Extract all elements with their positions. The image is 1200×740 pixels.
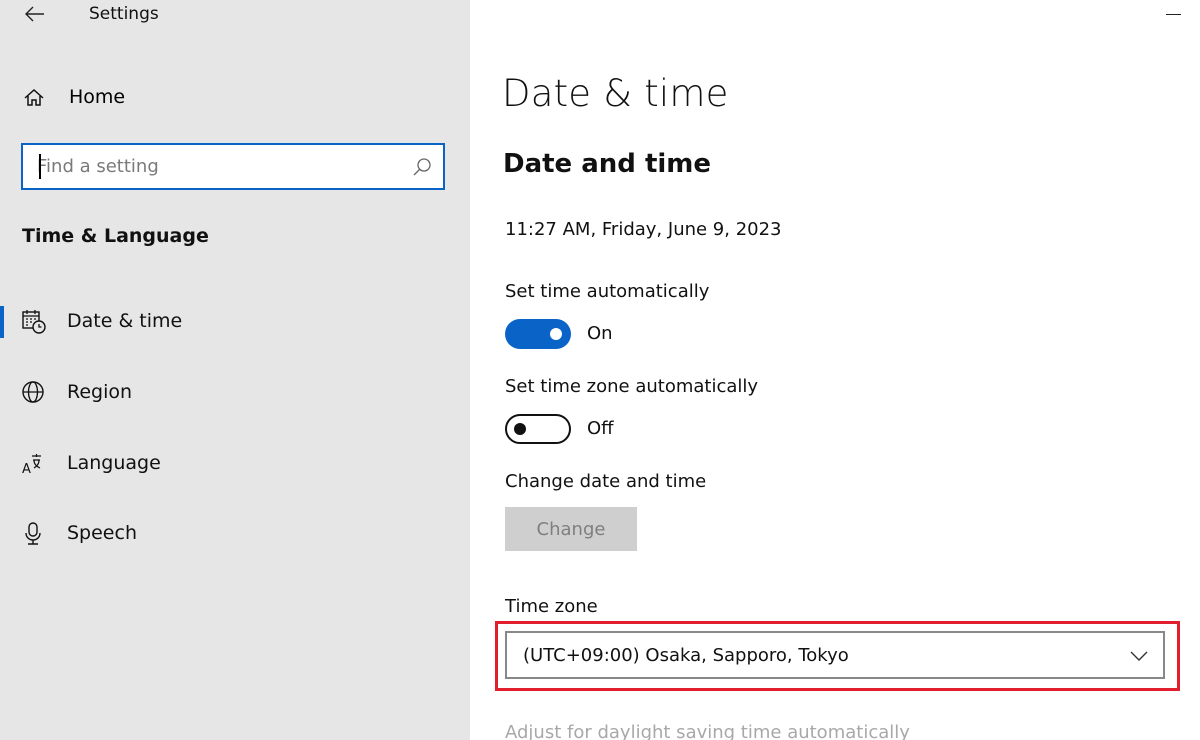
sidebar-item-label: Language: [67, 452, 161, 474]
globe-icon: [22, 381, 44, 403]
sidebar-item-label: Region: [67, 381, 133, 403]
microphone-icon: [25, 522, 41, 545]
section-label: Time & Language: [22, 225, 209, 247]
time-zone-value: (UTC+09:00) Osaka, Sapporo, Tokyo: [523, 645, 849, 666]
page-title: Date & time: [502, 72, 729, 115]
set-time-auto-label: Set time automatically: [505, 281, 710, 302]
chevron-down-icon: [1130, 651, 1148, 661]
toggle-knob: [514, 422, 526, 435]
current-datetime: 11:27 AM, Friday, June 9, 2023: [505, 219, 782, 240]
text-caret: [39, 154, 41, 179]
set-time-auto-state: On: [587, 323, 613, 344]
set-tz-auto-toggle[interactable]: [505, 414, 571, 444]
sidebar-item-date-time[interactable]: Date & time: [0, 296, 470, 348]
search-icon[interactable]: [411, 156, 433, 178]
change-date-label: Change date and time: [505, 471, 707, 492]
set-tz-auto-state: Off: [587, 418, 614, 439]
back-button[interactable]: [20, 0, 50, 28]
app-title: Settings: [89, 4, 159, 24]
calendar-clock-icon: [22, 310, 46, 334]
time-zone-select[interactable]: (UTC+09:00) Osaka, Sapporo, Tokyo: [505, 631, 1165, 679]
sidebar-item-label: Date & time: [67, 310, 183, 332]
search-box[interactable]: [21, 143, 445, 190]
svg-text:A: A: [22, 462, 31, 477]
search-input[interactable]: [37, 145, 407, 188]
home-icon: [24, 88, 44, 106]
dst-label: Adjust for daylight saving time automati…: [505, 722, 910, 740]
sidebar-item-language[interactable]: A Language: [0, 438, 470, 490]
toggle-knob: [550, 328, 562, 340]
title-bar: Settings: [0, 0, 470, 30]
set-tz-auto-label: Set time zone automatically: [505, 376, 759, 397]
set-time-auto-toggle[interactable]: [505, 319, 571, 349]
home-label: Home: [69, 86, 126, 108]
sidebar: Settings Home Time & Language Date & tim…: [0, 0, 470, 740]
main-content: Date & time Date and time 11:27 AM, Frid…: [470, 0, 1200, 740]
sidebar-item-speech[interactable]: Speech: [0, 508, 470, 560]
time-zone-label: Time zone: [505, 596, 598, 617]
sidebar-item-home[interactable]: Home: [0, 78, 470, 118]
minimize-button[interactable]: [1162, 0, 1186, 24]
section-title: Date and time: [503, 149, 712, 179]
back-arrow-icon: [25, 6, 44, 22]
language-icon: A: [22, 454, 41, 477]
change-button[interactable]: Change: [505, 507, 637, 551]
sidebar-item-region[interactable]: Region: [0, 367, 470, 419]
sidebar-item-label: Speech: [67, 522, 137, 544]
